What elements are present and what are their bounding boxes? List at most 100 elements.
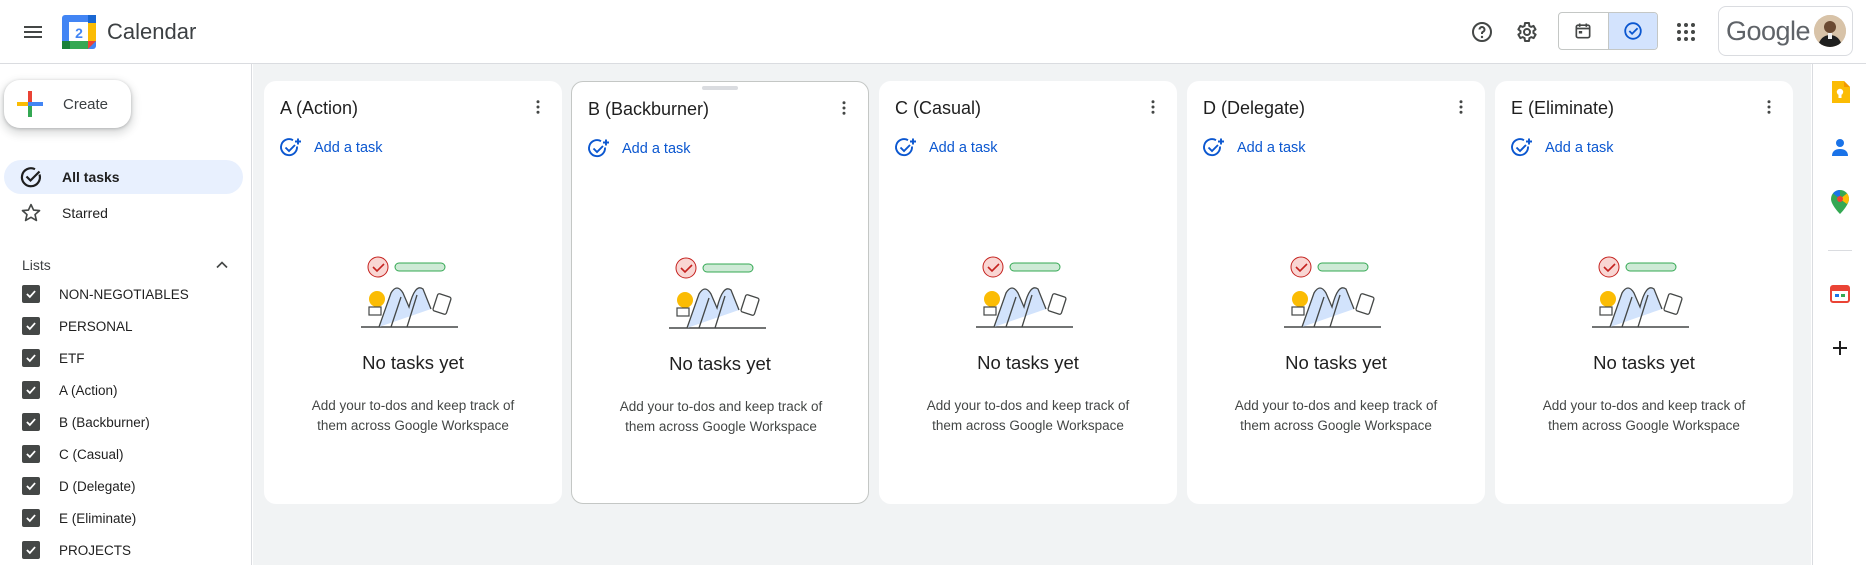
column-title[interactable]: D (Delegate) — [1203, 95, 1305, 121]
empty-state-title: No tasks yet — [977, 352, 1079, 373]
tasks-view-button[interactable] — [1607, 13, 1657, 49]
column-options-button[interactable] — [1755, 93, 1783, 121]
maps-button[interactable] — [1828, 190, 1852, 214]
empty-state-line: them across Google Workspace — [1548, 418, 1740, 433]
checkbox-checked-icon[interactable] — [22, 413, 40, 431]
nav-all-tasks[interactable]: All tasks — [4, 160, 243, 194]
drag-handle[interactable] — [702, 86, 738, 90]
app-title: Calendar — [107, 19, 197, 44]
empty-state-title: No tasks yet — [1285, 352, 1387, 373]
list-item[interactable]: B (Backburner) — [20, 408, 240, 436]
lists-header: Lists — [22, 257, 51, 273]
column-options-button[interactable] — [1447, 93, 1475, 121]
maps-icon — [1831, 190, 1849, 214]
more-vert-icon — [1151, 100, 1155, 114]
task-column: C (Casual) Add a task No tasks yet Add y… — [879, 81, 1177, 504]
get-addons-button[interactable] — [1828, 336, 1852, 360]
top-bar: 2 Calendar Google — [0, 0, 1866, 64]
empty-state-line: them across Google Workspace — [625, 419, 817, 434]
add-task-button[interactable]: Add a task — [893, 136, 998, 160]
list-item-label: C (Casual) — [59, 446, 124, 462]
add-task-icon — [895, 138, 916, 157]
help-icon — [1472, 22, 1492, 42]
nav-starred[interactable]: Starred — [4, 196, 243, 230]
list-item-label: PERSONAL — [59, 318, 133, 334]
main-menu-button[interactable] — [13, 12, 53, 52]
more-vert-icon — [1459, 100, 1463, 114]
list-item[interactable]: PROJECTS — [20, 536, 240, 564]
empty-state-line: Add your to-dos and keep track of — [619, 399, 823, 414]
checkbox-checked-icon[interactable] — [22, 349, 40, 367]
list-item[interactable]: NON-NEGOTIABLES — [20, 280, 240, 308]
empty-state-line: them across Google Workspace — [1240, 418, 1432, 433]
empty-state-line: Add your to-dos and keep track of — [1542, 398, 1746, 413]
nav-all-tasks-label: All tasks — [62, 169, 120, 185]
nav-starred-label: Starred — [62, 205, 108, 221]
list-item[interactable]: E (Eliminate) — [20, 504, 240, 532]
support-button[interactable] — [1462, 12, 1502, 52]
contacts-button[interactable] — [1828, 135, 1852, 159]
add-task-button[interactable]: Add a task — [1201, 136, 1306, 160]
settings-icon — [1517, 22, 1537, 42]
column-title[interactable]: C (Casual) — [895, 95, 981, 121]
add-task-button[interactable]: Add a task — [586, 137, 691, 161]
list-item-label: D (Delegate) — [59, 478, 136, 494]
checkbox-checked-icon[interactable] — [22, 317, 40, 335]
list-item[interactable]: C (Casual) — [20, 440, 240, 468]
list-item[interactable]: ETF — [20, 344, 240, 372]
calendar-addon-button[interactable] — [1828, 281, 1852, 305]
checkbox-checked-icon[interactable] — [22, 445, 40, 463]
menu-icon — [24, 26, 42, 38]
empty-state-line: Add your to-dos and keep track of — [1234, 398, 1438, 413]
column-options-button[interactable] — [1139, 93, 1167, 121]
list-item[interactable]: A (Action) — [20, 376, 240, 404]
avatar — [1814, 15, 1846, 47]
column-options-button[interactable] — [830, 94, 858, 122]
empty-tasks-illustration — [1284, 256, 1381, 328]
empty-state-description: Add your to-dos and keep track of them a… — [298, 396, 528, 436]
more-vert-icon — [842, 101, 846, 115]
google-wordmark: Google — [1726, 15, 1811, 46]
list-item-label: NON-NEGOTIABLES — [59, 286, 189, 302]
calendar-view-button[interactable] — [1559, 13, 1608, 49]
empty-state-line: Add your to-dos and keep track of — [926, 398, 1130, 413]
column-title[interactable]: E (Eliminate) — [1511, 95, 1614, 121]
list-item-label: E (Eliminate) — [59, 510, 137, 526]
add-icon — [1833, 341, 1847, 355]
empty-state-title: No tasks yet — [362, 352, 464, 373]
plus-icon — [17, 91, 43, 117]
settings-button[interactable] — [1506, 12, 1546, 52]
list-item[interactable]: D (Delegate) — [20, 472, 240, 500]
add-task-icon — [588, 139, 609, 158]
create-button[interactable]: Create — [4, 80, 131, 128]
task-board: A (Action) Add a task No tasks yet Add y… — [253, 64, 1811, 565]
column-title[interactable]: B (Backburner) — [588, 96, 709, 122]
checkbox-checked-icon[interactable] — [22, 285, 40, 303]
google-apps-button[interactable] — [1666, 12, 1706, 52]
add-task-icon — [1511, 138, 1532, 157]
keep-button[interactable] — [1828, 80, 1852, 104]
google-account-button[interactable]: Google — [1718, 6, 1853, 56]
column-title[interactable]: A (Action) — [280, 95, 358, 121]
add-task-button[interactable]: Add a task — [1509, 136, 1614, 160]
empty-state-title: No tasks yet — [669, 353, 771, 374]
checkbox-checked-icon[interactable] — [22, 509, 40, 527]
empty-tasks-illustration — [361, 256, 458, 328]
empty-state-line: them across Google Workspace — [317, 418, 509, 433]
create-label: Create — [63, 95, 109, 113]
checkbox-checked-icon[interactable] — [22, 477, 40, 495]
list-item[interactable]: PERSONAL — [20, 312, 240, 340]
list-item-label: PROJECTS — [59, 542, 132, 558]
apps-grid-icon — [1677, 23, 1695, 41]
chevron-up-icon — [216, 261, 228, 269]
add-task-label: Add a task — [314, 140, 383, 156]
empty-state-line: Add your to-dos and keep track of — [311, 398, 515, 413]
side-panel-rail — [1812, 64, 1866, 565]
checkbox-checked-icon[interactable] — [22, 381, 40, 399]
checkbox-checked-icon[interactable] — [22, 541, 40, 559]
add-task-button[interactable]: Add a task — [278, 136, 383, 160]
lists-section-toggle[interactable]: Lists — [22, 253, 232, 277]
column-options-button[interactable] — [524, 93, 552, 121]
calendar-logo[interactable]: 2 — [62, 15, 96, 49]
contacts-icon — [1832, 139, 1848, 156]
